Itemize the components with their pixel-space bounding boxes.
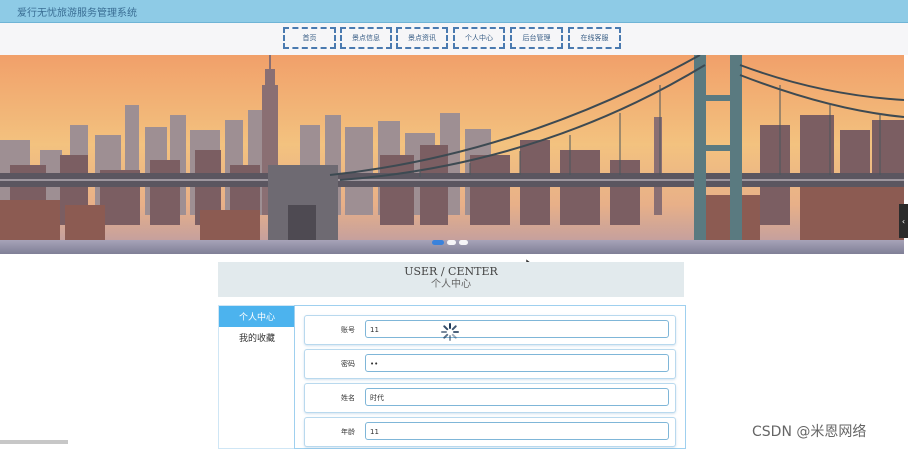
nav-attractions[interactable]: 景点信息: [340, 27, 392, 49]
account-input[interactable]: 11: [365, 320, 669, 338]
user-sidebar: 个人中心 我的收藏: [218, 305, 295, 449]
age-label: 年龄: [341, 428, 355, 436]
site-title: 爱行无忧旅游服务管理系统: [17, 8, 137, 19]
status-strip: [0, 440, 68, 444]
carousel-dot[interactable]: [447, 240, 456, 245]
nav-attraction-news[interactable]: 景点资讯: [396, 27, 448, 49]
carousel-dot[interactable]: [459, 240, 468, 245]
banner-image: [0, 55, 904, 254]
chevron-right-icon[interactable]: ‹: [899, 204, 908, 238]
nav-online-service[interactable]: 在线客服: [568, 27, 621, 49]
password-label: 密码: [341, 360, 355, 368]
nav-user-center[interactable]: 个人中心: [453, 27, 505, 49]
form-row-name: 姓名 时代: [304, 383, 676, 413]
age-input[interactable]: 11: [365, 422, 669, 440]
carousel-dot[interactable]: [432, 240, 444, 245]
main-nav: 首页 景点信息 景点资讯 个人中心 后台管理 在线客服: [0, 23, 908, 55]
banner-carousel[interactable]: [0, 55, 904, 254]
nav-admin[interactable]: 后台管理: [510, 27, 563, 49]
loading-spinner-icon: [441, 323, 459, 341]
top-header-bar: 爱行无忧旅游服务管理系统: [0, 0, 908, 23]
sidebar-item-favorites[interactable]: 我的收藏: [219, 327, 295, 348]
user-center-header: USER / CENTER 个人中心: [218, 262, 684, 297]
form-row-account: 账号 11: [304, 315, 676, 345]
name-label: 姓名: [341, 394, 355, 402]
form-row-age: 年龄 11: [304, 417, 676, 447]
csdn-watermark: CSDN @米恩网络: [752, 424, 867, 440]
profile-form: 账号 11 密码 •• 姓名 时代 年龄 11: [294, 305, 686, 449]
carousel-indicators: [432, 240, 468, 245]
sidebar-item-profile[interactable]: 个人中心: [219, 306, 295, 327]
user-center-title-zh: 个人中心: [431, 279, 471, 290]
nav-home[interactable]: 首页: [283, 27, 336, 49]
account-label: 账号: [341, 326, 355, 334]
user-center-title-en: USER / CENTER: [404, 265, 498, 278]
form-row-password: 密码 ••: [304, 349, 676, 379]
name-input[interactable]: 时代: [365, 388, 669, 406]
password-input[interactable]: ••: [365, 354, 669, 372]
